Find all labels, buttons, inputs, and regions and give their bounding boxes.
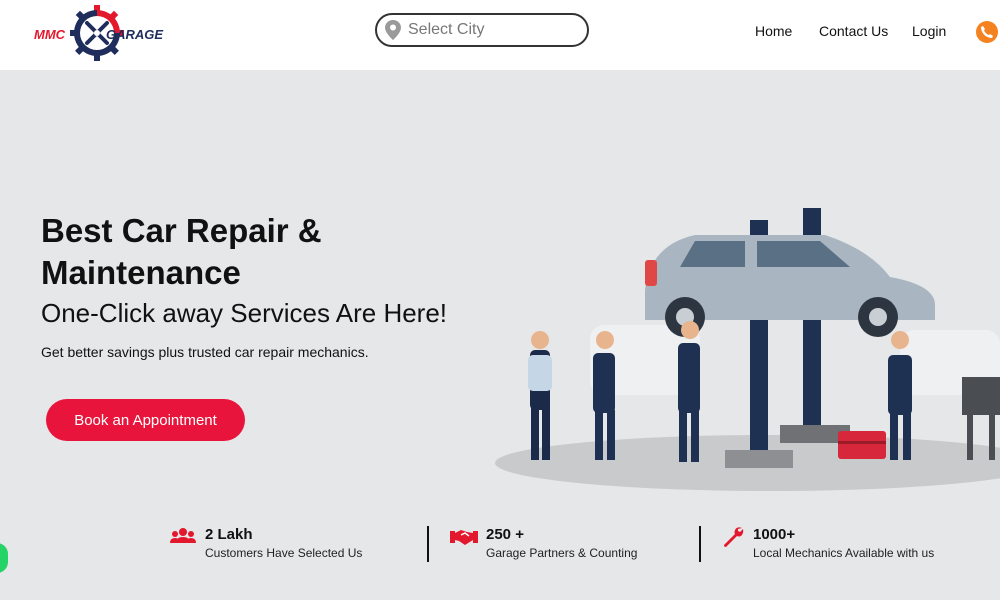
nav-contact-us[interactable]: Contact Us xyxy=(819,23,888,39)
hero-title: Best Car Repair & Maintenance xyxy=(41,212,322,291)
nav-login[interactable]: Login xyxy=(912,23,946,39)
handshake-icon xyxy=(450,530,478,545)
users-icon xyxy=(170,528,196,543)
hero-description: Get better savings plus trusted car repa… xyxy=(41,344,369,360)
stat-divider xyxy=(699,526,701,562)
wrench-icon xyxy=(724,527,744,547)
whatsapp-icon[interactable] xyxy=(0,543,8,573)
logo-text-garage: GARAGE xyxy=(106,27,164,42)
map-pin-icon xyxy=(385,20,401,40)
stat-label: Customers Have Selected Us xyxy=(205,546,363,560)
phone-icon[interactable] xyxy=(976,21,998,43)
stat-number: 250 + xyxy=(486,526,524,543)
stat-label: Local Mechanics Available with us xyxy=(753,546,935,560)
logo-text-mmc: MMC xyxy=(34,27,66,42)
city-input[interactable] xyxy=(408,21,578,39)
stat-label: Garage Partners & Counting xyxy=(486,546,638,560)
city-select[interactable] xyxy=(375,13,589,47)
stat-partners: 250 + Garage Partners & Counting xyxy=(450,526,680,566)
stat-number: 1000+ xyxy=(753,526,796,543)
header: MMC GARAGE Select City Home Contact Us L… xyxy=(0,0,1000,70)
stat-divider xyxy=(427,526,429,562)
stat-customers: 2 Lakh Customers Have Selected Us xyxy=(170,526,400,566)
stat-mechanics: 1000+ Local Mechanics Available with us xyxy=(722,526,982,566)
car-repair-illustration xyxy=(495,208,1000,491)
nav-home[interactable]: Home xyxy=(755,23,792,39)
book-appointment-button[interactable]: Book an Appointment xyxy=(46,399,245,441)
stat-number: 2 Lakh xyxy=(205,526,253,543)
logo[interactable]: MMC GARAGE xyxy=(32,4,172,64)
hero-subtitle: One-Click away Services Are Here! xyxy=(41,298,448,328)
